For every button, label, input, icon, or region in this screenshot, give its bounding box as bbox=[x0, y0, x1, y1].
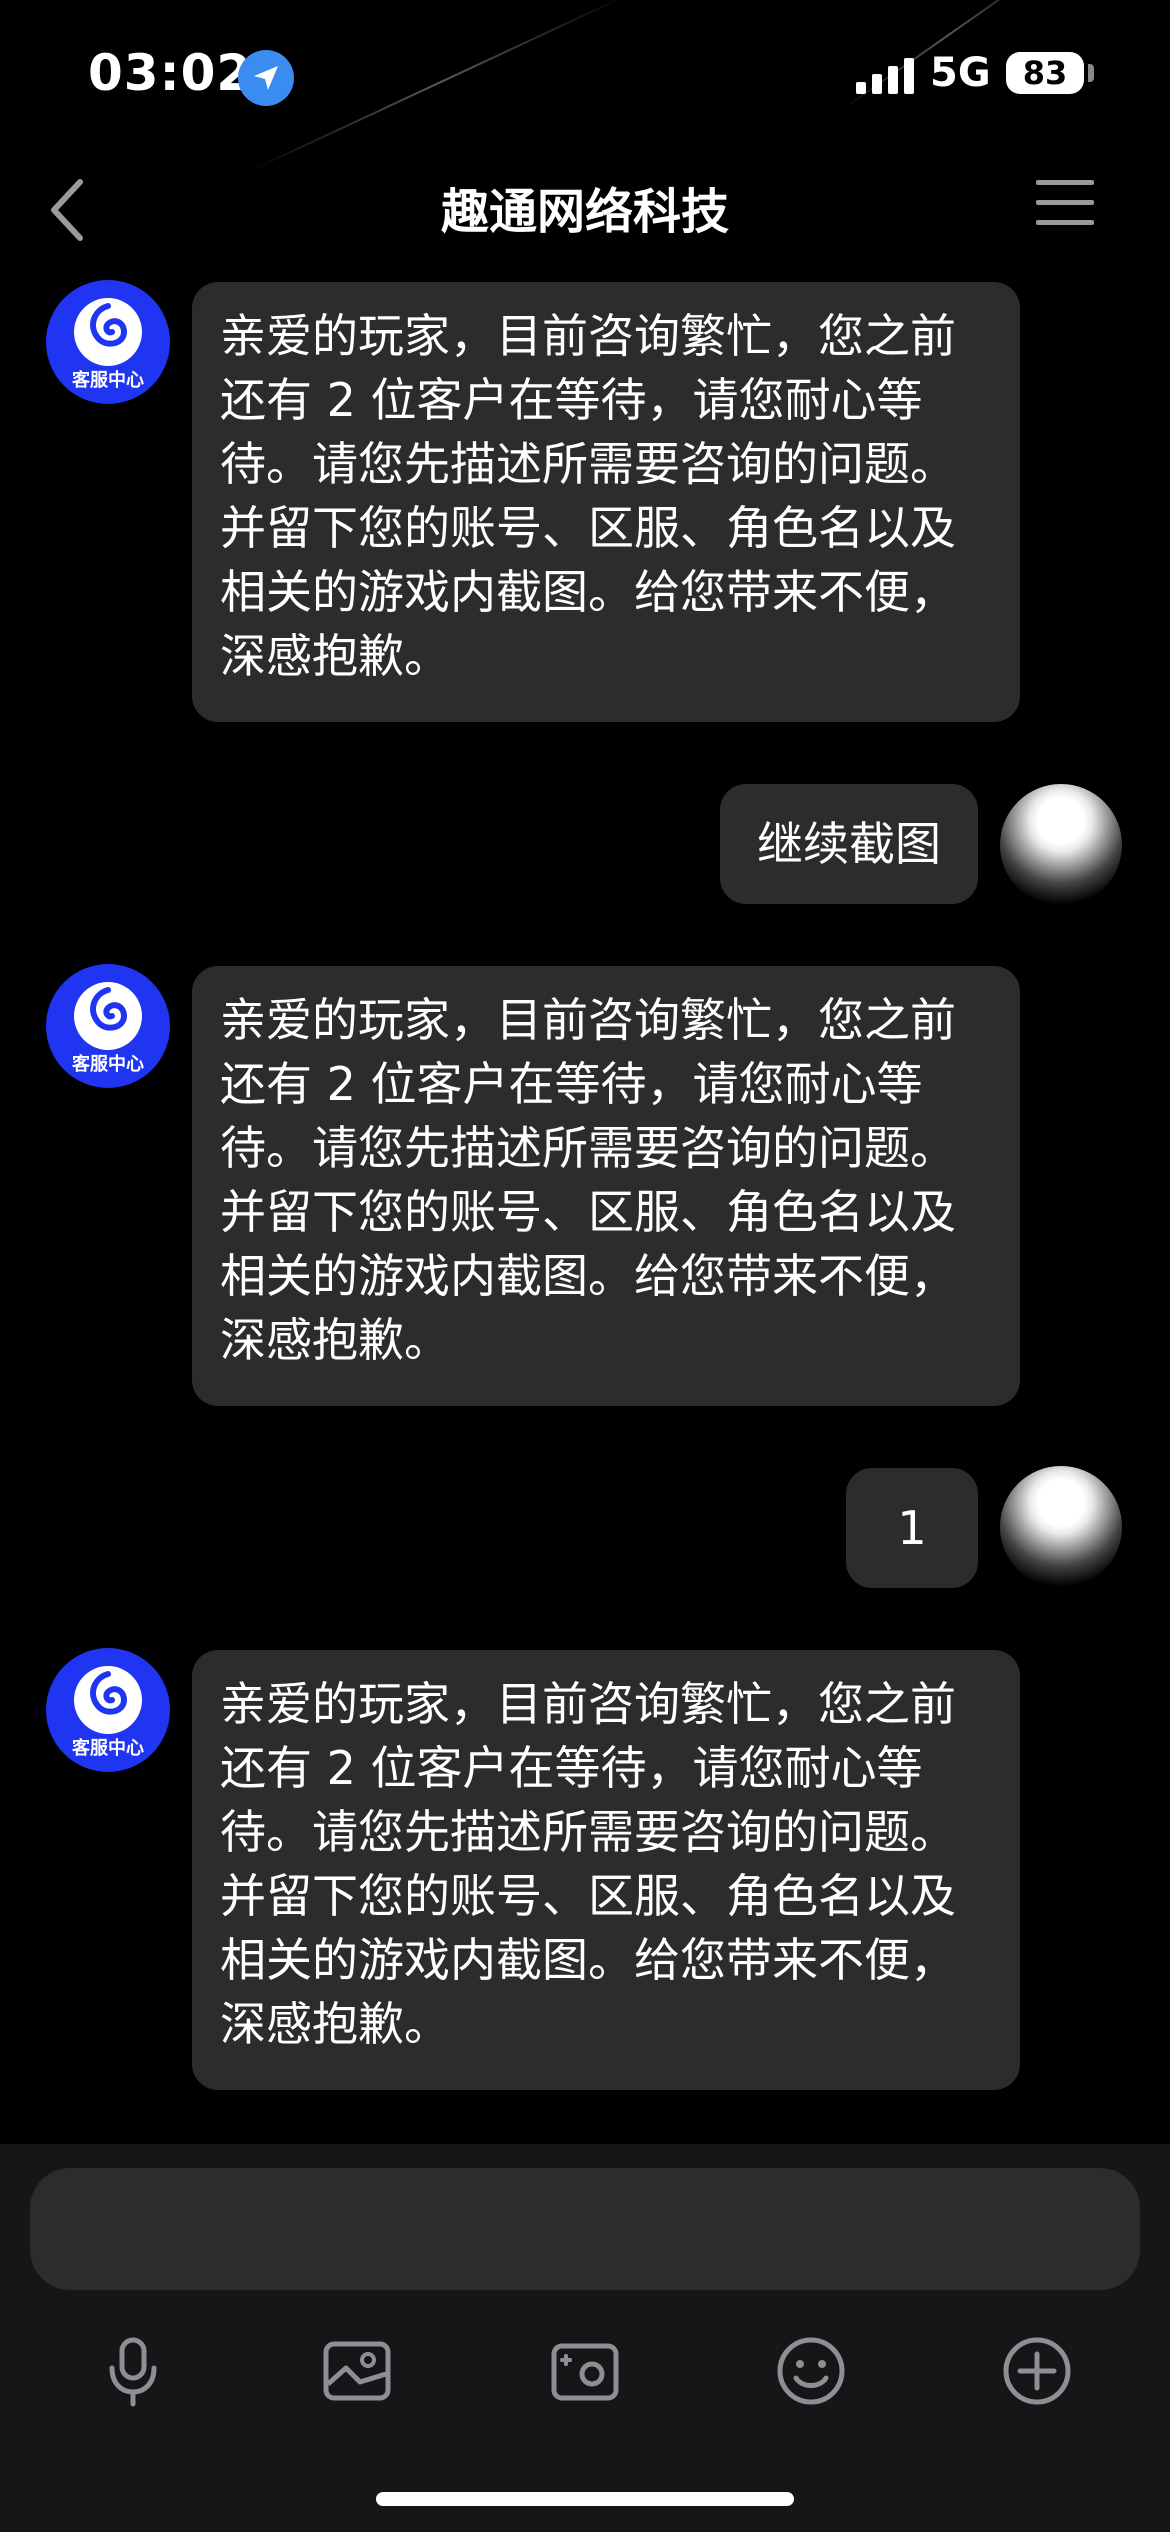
service-avatar-caption: 客服中心 bbox=[72, 1054, 144, 1075]
message-bubble-service[interactable]: 亲爱的玩家，目前咨询繁忙，您之前还有 2 位客户在等待，请您耐心等待。请您先描述… bbox=[192, 1650, 1020, 2090]
menu-icon-line bbox=[1036, 180, 1094, 185]
menu-button[interactable] bbox=[1036, 180, 1094, 236]
message-bubble-service[interactable]: 亲爱的玩家，目前咨询繁忙，您之前还有 2 位客户在等待，请您耐心等待。请您先描述… bbox=[192, 282, 1020, 722]
emoji-icon[interactable] bbox=[774, 2334, 848, 2408]
service-avatar-caption: 客服中心 bbox=[72, 1738, 144, 1759]
service-avatar[interactable]: 客服中心 bbox=[46, 1648, 170, 1772]
network-type: 5G bbox=[930, 50, 991, 96]
service-avatar[interactable]: 客服中心 bbox=[46, 280, 170, 404]
service-avatar-caption: 客服中心 bbox=[72, 370, 144, 391]
plus-icon[interactable] bbox=[1000, 2334, 1074, 2408]
service-logo-icon bbox=[74, 1666, 142, 1734]
status-time: 03:02 bbox=[88, 44, 253, 102]
user-avatar[interactable] bbox=[1000, 784, 1122, 906]
battery-level: 83 bbox=[1006, 52, 1084, 94]
message-bubble-user[interactable]: 继续截图 bbox=[720, 784, 978, 904]
page-title: 趣通网络科技 bbox=[440, 184, 729, 240]
photo-camera-icon[interactable] bbox=[548, 2334, 622, 2408]
image-icon[interactable] bbox=[320, 2334, 394, 2408]
status-bar: 03:02 5G 83 bbox=[0, 0, 1170, 150]
message-bubble-user[interactable]: 1 bbox=[846, 1468, 978, 1588]
message-bubble-service[interactable]: 亲爱的玩家，目前咨询繁忙，您之前还有 2 位客户在等待，请您耐心等待。请您先描述… bbox=[192, 966, 1020, 1406]
message-input[interactable] bbox=[30, 2168, 1140, 2290]
service-avatar[interactable]: 客服中心 bbox=[46, 964, 170, 1088]
home-indicator[interactable] bbox=[376, 2492, 794, 2506]
service-logo-icon bbox=[74, 982, 142, 1050]
service-logo-icon bbox=[74, 298, 142, 366]
signal-bars-icon bbox=[856, 58, 914, 94]
menu-icon-line bbox=[1036, 200, 1094, 205]
menu-icon-line bbox=[1036, 220, 1094, 225]
microphone-icon[interactable] bbox=[96, 2334, 170, 2408]
location-arrow-icon bbox=[238, 50, 294, 106]
user-avatar[interactable] bbox=[1000, 1466, 1122, 1588]
battery-tip bbox=[1088, 64, 1094, 82]
